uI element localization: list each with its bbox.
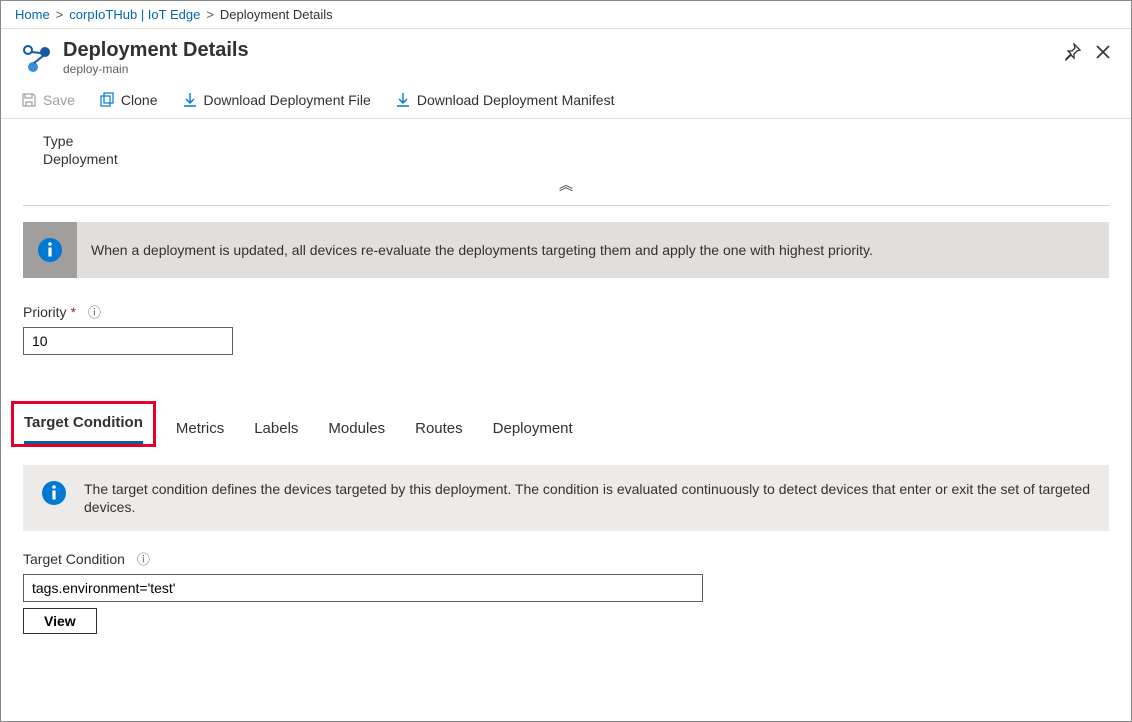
tab-routes[interactable]: Routes [415, 412, 463, 447]
download-manifest-label: Download Deployment Manifest [417, 92, 615, 108]
target-condition-label: Target Condition [23, 551, 125, 567]
view-button[interactable]: View [23, 608, 97, 634]
download-file-label: Download Deployment File [204, 92, 371, 108]
tab-modules[interactable]: Modules [328, 412, 385, 447]
page-title: Deployment Details [63, 39, 1063, 62]
divider [23, 205, 1109, 206]
deployment-icon [21, 43, 53, 75]
priority-field: Priority * ⓘ [23, 302, 1109, 355]
tab-highlight: Target Condition [11, 401, 156, 447]
breadcrumb: Home > corpIoTHub | IoT Edge > Deploymen… [1, 1, 1131, 29]
save-button: Save [21, 92, 75, 108]
clone-label: Clone [121, 92, 158, 108]
tab-metrics[interactable]: Metrics [176, 412, 224, 447]
toolbar: Save Clone Download Deployment File Down… [1, 84, 1131, 119]
priority-info-text: When a deployment is updated, all device… [77, 222, 1109, 278]
priority-input[interactable] [23, 327, 233, 355]
detail-tabs: Target Condition Metrics Labels Modules … [23, 401, 1109, 447]
required-indicator: * [71, 304, 76, 320]
page-subtitle: deploy-main [63, 62, 1063, 76]
breadcrumb-current: Deployment Details [220, 7, 333, 22]
download-deployment-manifest-button[interactable]: Download Deployment Manifest [395, 92, 615, 108]
tab-deployment[interactable]: Deployment [493, 412, 573, 447]
target-condition-info-text: The target condition defines the devices… [84, 466, 1108, 530]
download-icon [182, 92, 198, 108]
tab-labels[interactable]: Labels [254, 412, 298, 447]
target-condition-info-banner: The target condition defines the devices… [23, 465, 1109, 531]
priority-label: Priority [23, 304, 67, 320]
priority-info-banner: When a deployment is updated, all device… [23, 222, 1109, 278]
info-icon [41, 480, 67, 506]
clone-icon [99, 92, 115, 108]
pin-icon [1063, 43, 1081, 61]
type-label: Type [43, 133, 1109, 149]
breadcrumb-hub[interactable]: corpIoTHub | IoT Edge [69, 7, 200, 22]
info-hint-icon[interactable]: ⓘ [137, 549, 150, 568]
download-deployment-file-button[interactable]: Download Deployment File [182, 92, 371, 108]
download-icon [395, 92, 411, 108]
type-value: Deployment [43, 151, 1109, 167]
chevron-up-double-icon: ︽ [559, 177, 573, 193]
chevron-right-icon: > [56, 7, 64, 22]
save-icon [21, 92, 37, 108]
pin-button[interactable] [1063, 43, 1081, 64]
tab-target-condition[interactable]: Target Condition [24, 406, 143, 444]
info-icon [37, 237, 63, 263]
page-header: Deployment Details deploy-main [1, 29, 1131, 84]
save-label: Save [43, 92, 75, 108]
deployment-details-window: Home > corpIoTHub | IoT Edge > Deploymen… [0, 0, 1132, 722]
close-icon [1095, 44, 1111, 60]
type-field: Type Deployment [43, 133, 1109, 167]
target-condition-input[interactable] [23, 574, 703, 602]
info-hint-icon[interactable]: ⓘ [88, 302, 101, 321]
target-condition-field: Target Condition ⓘ View [23, 549, 1109, 634]
close-button[interactable] [1095, 44, 1111, 63]
content-scroll[interactable]: Type Deployment ︽ When a deployment is u… [1, 119, 1131, 721]
breadcrumb-home[interactable]: Home [15, 7, 50, 22]
collapse-toggle[interactable]: ︽ [23, 175, 1109, 195]
clone-button[interactable]: Clone [99, 92, 158, 108]
chevron-right-icon: > [206, 7, 214, 22]
